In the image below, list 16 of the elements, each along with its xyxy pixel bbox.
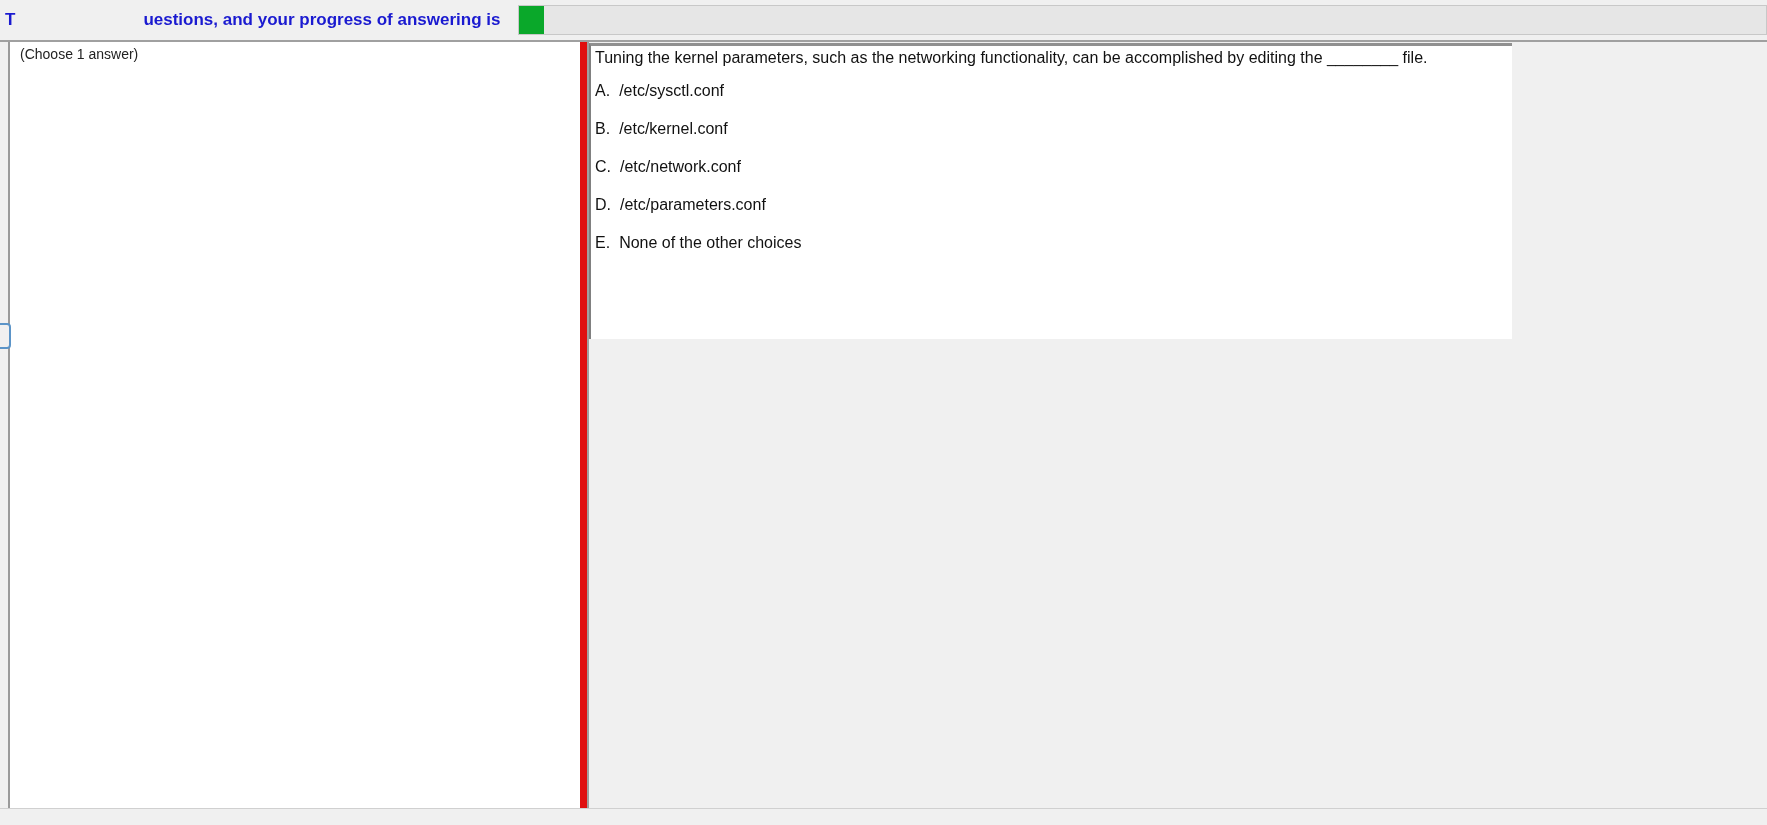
option-text: /etc/kernel.conf: [619, 119, 728, 138]
option-letter: D.: [595, 195, 611, 214]
option-text: /etc/network.conf: [620, 157, 741, 176]
tab-handle[interactable]: [0, 323, 11, 349]
option-letter: C.: [595, 157, 611, 176]
question-text: Tuning the kernel parameters, such as the networking functionality, can be accomplished by editing the ________ file.: [595, 48, 1429, 67]
option-letter: E.: [595, 233, 611, 252]
answer-hint: (Choose 1 answer): [20, 46, 139, 62]
option-text: /etc/parameters.conf: [620, 195, 766, 214]
splitter[interactable]: [580, 42, 589, 808]
option-text: None of the other choices: [619, 233, 802, 252]
option-letter: B.: [595, 119, 611, 138]
option-letter: A.: [595, 81, 611, 100]
header-text: uestions, and your progress of answering is: [143, 10, 501, 30]
option-text: /etc/sysctl.conf: [619, 81, 725, 100]
header-text: T: [5, 10, 16, 30]
